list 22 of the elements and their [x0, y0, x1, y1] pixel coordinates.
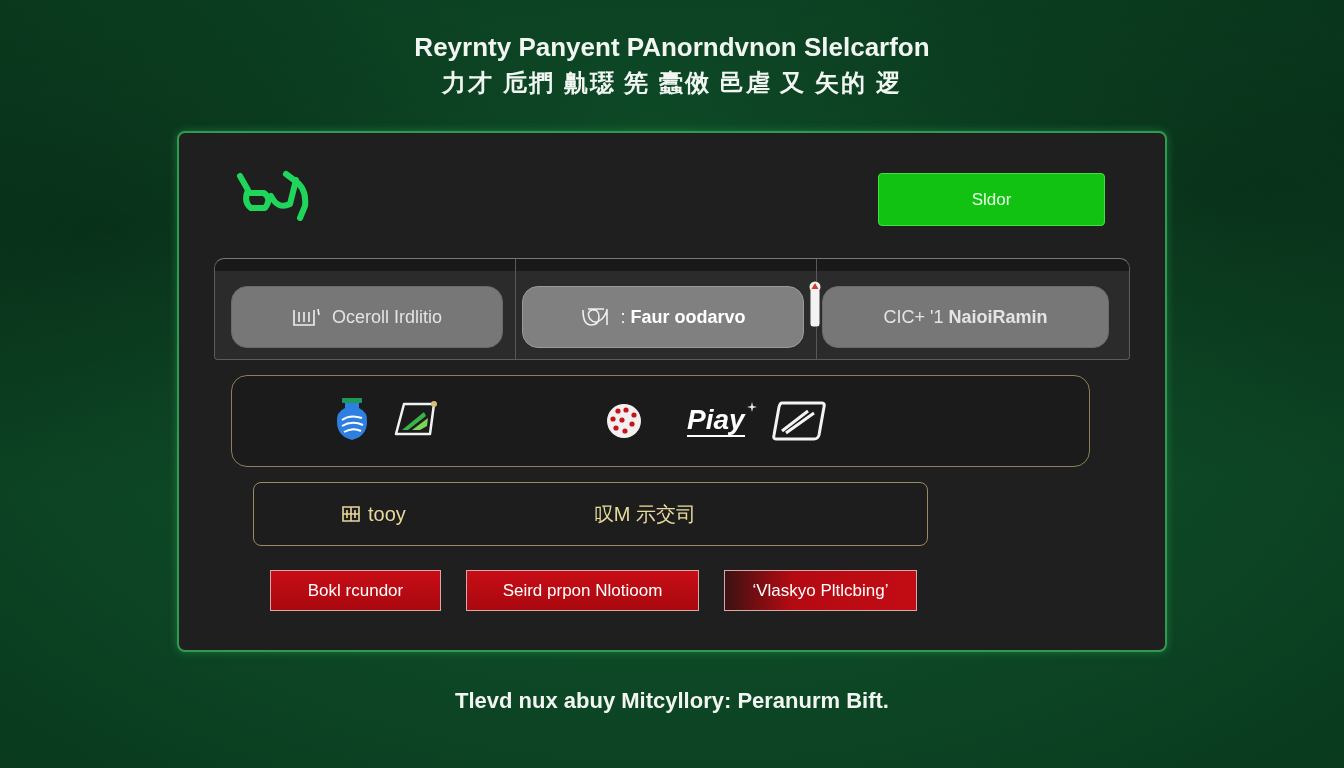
action-button[interactable]: Seird prpon Nlotioom — [466, 570, 699, 611]
tab[interactable]: Oceroll Irdlitio — [231, 286, 503, 348]
action-button[interactable]: Bokl rcundor — [270, 570, 441, 611]
page-title: Reyrnty Panyent PAnorndvnon Slelcarfon — [414, 32, 930, 62]
wallet-wordmark: Piay — [687, 405, 745, 437]
dotted-disc-icon — [606, 403, 642, 439]
marker-icon — [809, 280, 821, 328]
frame-icon — [292, 307, 322, 327]
shield-logo-icon — [336, 398, 368, 440]
knot-icon — [580, 306, 611, 328]
field-text: 叹M 示交司 — [593, 501, 697, 527]
tab[interactable]: : Faur oodarvo — [522, 286, 804, 348]
field-text: tooy — [368, 502, 406, 526]
sparkle-icon — [746, 402, 757, 412]
tab[interactable]: CIC+ '1 NaioiRamin — [822, 286, 1109, 348]
page-subtitle: 力才 卮捫 鼽璱 筅 蠹傚 邑虐 又 矢的 逻 — [442, 68, 902, 98]
grid-icon — [341, 505, 361, 523]
card-logo-icon — [394, 400, 438, 438]
footer-text: Tlevd nux abuy Mitcyllory: Peranurm Bift. — [455, 687, 889, 715]
action-button[interactable]: ‘Vlaskyo Pltlcbing’ — [724, 570, 917, 611]
card-outline-icon — [771, 401, 826, 441]
input-field[interactable]: tooy 叹M 示交司 — [253, 482, 928, 546]
